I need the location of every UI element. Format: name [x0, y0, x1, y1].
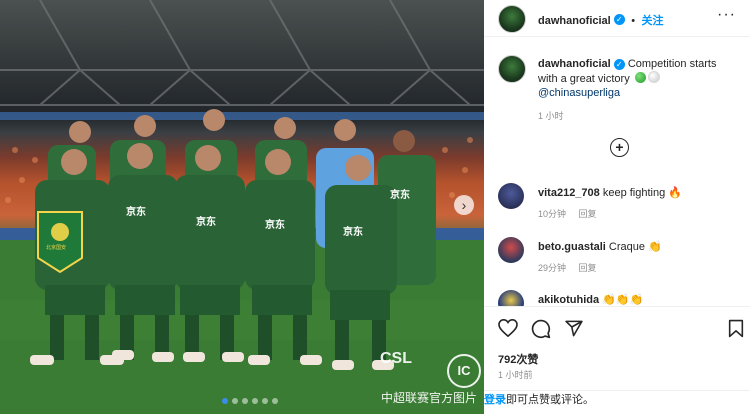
login-prompt-text: 即可点赞或评论。 [506, 394, 594, 406]
svg-text:京东: 京东 [343, 225, 363, 238]
verified-badge-icon: ✓ [613, 14, 625, 26]
caption-avatar[interactable] [498, 55, 526, 83]
watermark-caption: 中超联赛官方图片 [381, 391, 478, 405]
comment-username[interactable]: vita212_708 [538, 187, 600, 199]
carousel-dot [262, 398, 268, 404]
pennant-text: 北京国安 [46, 245, 67, 251]
comment-icon[interactable] [531, 319, 551, 339]
comment-text: keep fighting 🔥 [602, 187, 682, 199]
post-side-panel: dawhanoficial ✓ • 关注 ··· dawhanoficial ✓ C… [484, 0, 750, 414]
carousel-indicator [222, 398, 278, 404]
carousel-dot [232, 398, 238, 404]
svg-text:京东: 京东 [390, 188, 410, 201]
comment-username[interactable]: akikotuhida [538, 294, 599, 306]
comment-time: 29分钟 [538, 263, 567, 273]
post-caption: dawhanoficial ✓ Competition starts with a… [538, 57, 738, 123]
post-photo[interactable]: 京东 京东 京东 京东 京东 北京国安 › CSL IC 中超联赛官方图片 [0, 0, 484, 414]
login-prompt: 登录即可点赞或评论。 [484, 390, 750, 415]
comment-text: Craque 👏 [608, 241, 662, 253]
bookmark-icon[interactable] [728, 319, 744, 338]
caption-username[interactable]: dawhanoficial [538, 58, 611, 70]
commenter-avatar[interactable] [498, 183, 524, 209]
like-count[interactable]: 792次赞 [498, 351, 538, 367]
heart-icon[interactable] [498, 319, 518, 337]
ic-photo-watermark: IC [447, 354, 481, 388]
caption-mention[interactable]: @chinasuperliga [538, 87, 620, 99]
reply-button[interactable]: 回复 [579, 263, 597, 273]
carousel-dot [272, 398, 278, 404]
shirt-sponsor: 京东 [126, 205, 146, 218]
reply-button[interactable]: 回复 [579, 209, 597, 219]
commenter-avatar[interactable] [498, 237, 524, 263]
next-slide-button[interactable]: › [454, 195, 474, 215]
carousel-dot [222, 398, 228, 404]
follow-button[interactable]: 关注 [642, 15, 664, 27]
action-bar [484, 306, 750, 351]
posted-time: 1 小时前 [498, 370, 533, 380]
commenter-avatar[interactable] [498, 290, 524, 306]
author-avatar[interactable] [498, 5, 526, 33]
svg-text:京东: 京东 [196, 215, 216, 228]
green-circle-emoji [634, 72, 646, 83]
comment-text: 👏👏👏 [602, 294, 644, 306]
carousel-dot [242, 398, 248, 404]
csl-watermark: CSL [380, 350, 412, 367]
svg-text:京东: 京东 [265, 218, 285, 231]
caption-time: 1 小时 [538, 111, 564, 121]
share-icon[interactable] [564, 319, 584, 338]
club-pennant [37, 211, 83, 274]
comment-time: 10分钟 [538, 209, 567, 219]
login-link[interactable]: 登录 [484, 394, 506, 406]
verified-badge-icon: ✓ [613, 58, 625, 70]
white-circle-emoji [647, 71, 660, 83]
more-options-icon[interactable]: ··· [717, 6, 736, 24]
author-username[interactable]: dawhanoficial [538, 15, 611, 27]
comment-username[interactable]: beto.guastali [538, 241, 606, 253]
comment-item: akikotuhida 👏👏👏 [498, 290, 738, 306]
load-more-comments-button[interactable]: + [610, 138, 629, 157]
carousel-dot [252, 398, 258, 404]
post-header: dawhanoficial ✓ • 关注 ··· [484, 0, 750, 37]
